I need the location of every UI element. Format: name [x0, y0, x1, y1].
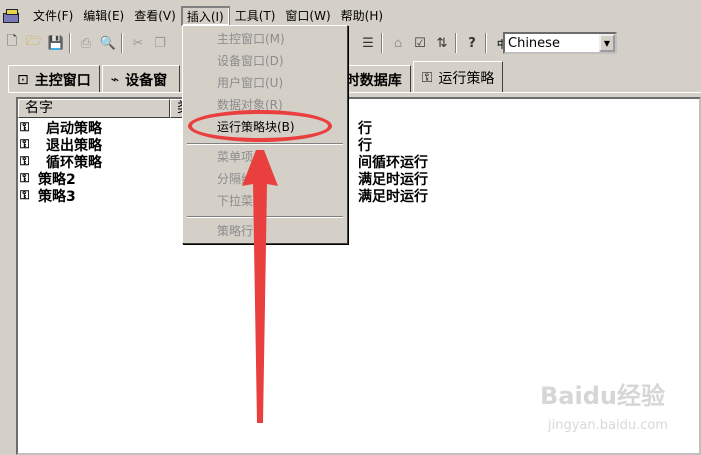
watermark-url: jingyan.baidu.com	[548, 418, 668, 433]
app-window: 文件(F) 编辑(E) 查看(V) 插入(I) 工具(T) 窗口(W) 帮助(H…	[0, 0, 701, 455]
watermark-logo: Baidu经验	[540, 382, 665, 410]
